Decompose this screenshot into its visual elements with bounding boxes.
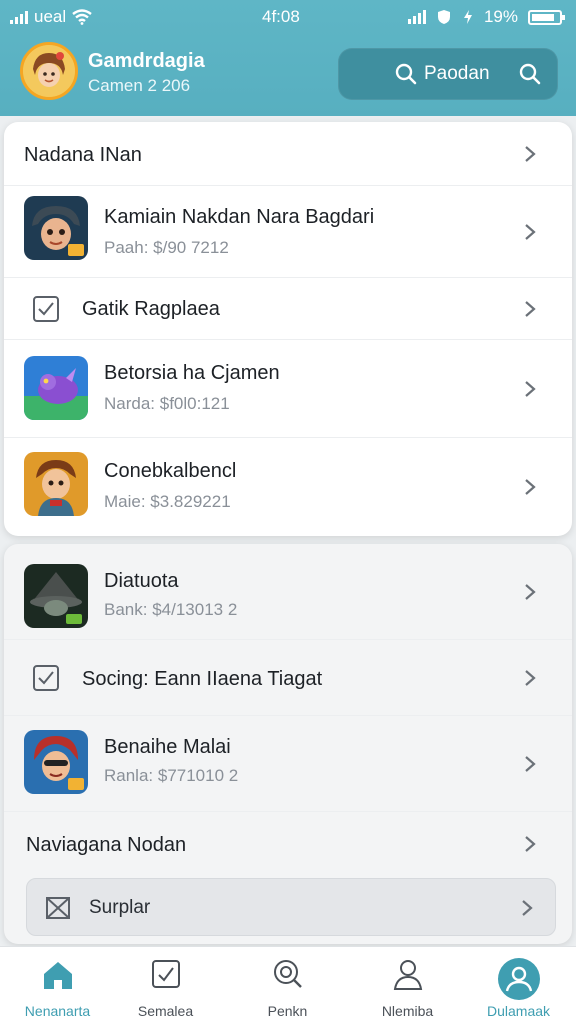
chevron-right-icon bbox=[525, 145, 536, 162]
chevron-right-icon bbox=[522, 900, 533, 916]
support-button[interactable]: Surplar bbox=[26, 878, 556, 936]
item-title: Kamiain Nakdan Nara Bagdari bbox=[104, 206, 375, 228]
wifi-icon bbox=[72, 9, 92, 25]
search-button[interactable]: Paodan bbox=[338, 48, 558, 100]
mail-icon bbox=[46, 897, 70, 919]
support-label: Surplar bbox=[89, 897, 151, 918]
search-icon bbox=[519, 63, 541, 85]
chevron-right-icon bbox=[525, 479, 536, 495]
item-title: Naviagana Nodan bbox=[26, 834, 187, 856]
nav-label: Dulamaak bbox=[486, 1003, 551, 1019]
battery-percent: 19% bbox=[483, 7, 518, 26]
avatar[interactable] bbox=[20, 42, 78, 100]
search-icon bbox=[395, 63, 417, 85]
nav-label: Semalea bbox=[137, 1003, 194, 1019]
battery-icon bbox=[528, 9, 565, 25]
nav-label: Nenanarta bbox=[24, 1003, 91, 1019]
nav-label: Penkn bbox=[267, 1003, 308, 1019]
nav-label: Nlemiba bbox=[381, 1003, 434, 1019]
item-subtitle: Ranla: $771010 2 bbox=[104, 766, 239, 785]
list-item[interactable]: Diatuota Bank: $4/13013 2 bbox=[4, 544, 572, 640]
item-subtitle: Bank: $4/13013 2 bbox=[104, 600, 238, 619]
chevron-right-icon bbox=[525, 380, 536, 397]
app-title: Gamdrdagia bbox=[88, 50, 205, 72]
game-witch-icon bbox=[24, 564, 88, 628]
carrier-label: ueal bbox=[34, 7, 67, 26]
status-right: 19% bbox=[407, 7, 565, 27]
chevron-right-icon bbox=[525, 755, 536, 772]
list-item[interactable]: Kamiain Nakdan Nara Bagdari Paah: $/90 7… bbox=[4, 186, 572, 278]
game-thumbnail bbox=[24, 196, 88, 260]
nav-item-home[interactable]: Nenanarta bbox=[0, 947, 115, 1024]
chevron-right-icon bbox=[525, 583, 536, 600]
status-bar: ueal 4f:08 19% bbox=[0, 0, 576, 34]
nav-item-checklist[interactable]: Semalea bbox=[108, 947, 223, 1024]
item-subtitle: Paah: $/90 7212 bbox=[104, 238, 229, 257]
chevron-right-icon bbox=[525, 836, 536, 852]
status-left: ueal bbox=[10, 7, 92, 27]
search-chat-icon bbox=[273, 960, 302, 988]
shield-icon bbox=[437, 10, 450, 24]
nav-item-search[interactable]: Penkn bbox=[230, 947, 345, 1024]
games-card: Nadana INan Kamiain Nakdan Nara Bagdari … bbox=[4, 122, 572, 536]
bolt-icon bbox=[463, 10, 472, 24]
chevron-right-icon bbox=[525, 300, 536, 317]
app-subtitle: Camen 2 206 bbox=[88, 76, 191, 95]
item-title: Socing: Eann IIaena Tiagat bbox=[82, 668, 323, 690]
game-warrior-icon bbox=[24, 730, 88, 794]
nav-item-user[interactable]: Nlemiba bbox=[350, 947, 465, 1024]
search-label: Paodan bbox=[424, 63, 490, 84]
game-creature-icon bbox=[24, 356, 88, 420]
checklist-icon bbox=[151, 960, 180, 988]
user-icon bbox=[393, 960, 422, 990]
game-character-icon bbox=[24, 196, 88, 260]
chevron-right-icon bbox=[525, 223, 536, 240]
list-item[interactable]: Benaihe Malai Ranla: $771010 2 bbox=[4, 716, 572, 812]
game-hero-icon bbox=[24, 452, 88, 516]
more-games-card: Diatuota Bank: $4/13013 2 Socing: Eann I… bbox=[4, 544, 572, 944]
list-item[interactable]: Betorsia ha Cjamen Narda: $f0l0:121 bbox=[4, 340, 572, 438]
game-thumbnail bbox=[24, 356, 88, 420]
nav-item-profile[interactable]: Dulamaak bbox=[461, 947, 576, 1024]
checkbox-icon[interactable] bbox=[32, 664, 60, 692]
item-subtitle: Narda: $f0l0:121 bbox=[104, 394, 230, 413]
item-title: Conebkalbencl bbox=[104, 460, 237, 482]
avatar-portrait-icon bbox=[23, 45, 75, 97]
navigation-row[interactable]: Naviagana Nodan bbox=[4, 812, 572, 876]
chevron-right-icon bbox=[525, 669, 536, 686]
home-icon bbox=[43, 962, 72, 989]
item-title: Benaihe Malai bbox=[104, 736, 231, 758]
signal-icon bbox=[10, 10, 28, 24]
game-thumbnail bbox=[24, 564, 88, 628]
profile-icon bbox=[497, 958, 540, 1000]
section-title: Nadana INan bbox=[24, 144, 142, 166]
game-thumbnail bbox=[24, 730, 88, 794]
item-subtitle: Maie: $3.829221 bbox=[104, 492, 231, 511]
list-item[interactable]: Conebkalbencl Maie: $3.829221 bbox=[4, 438, 572, 536]
app-header: ueal 4f:08 19% Gamdrdagia Camen 2 206 Pa… bbox=[0, 0, 576, 116]
list-item[interactable]: Socing: Eann IIaena Tiagat bbox=[4, 640, 572, 716]
cell-signal-icon bbox=[407, 9, 426, 24]
item-title: Gatik Ragplaea bbox=[82, 298, 220, 320]
checkbox-icon[interactable] bbox=[32, 295, 60, 323]
item-title: Betorsia ha Cjamen bbox=[104, 362, 280, 384]
bottom-nav: Nenanarta Semalea Penkn Nlemiba Dulamaak bbox=[0, 946, 576, 1024]
section-header-row[interactable]: Nadana INan bbox=[4, 122, 572, 186]
item-title: Diatuota bbox=[104, 570, 179, 592]
game-thumbnail bbox=[24, 452, 88, 516]
list-item[interactable]: Gatik Ragplaea bbox=[4, 278, 572, 340]
clock: 4f:08 bbox=[262, 7, 300, 26]
